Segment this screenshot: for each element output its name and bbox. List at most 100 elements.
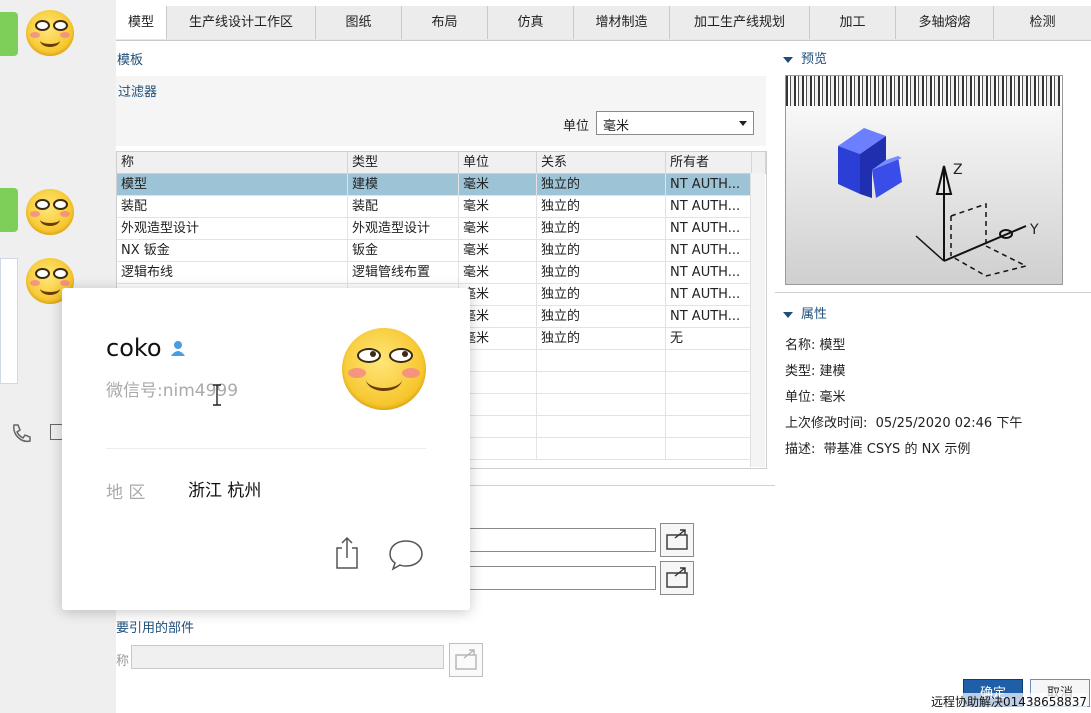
tab-line-design[interactable]: 生产线设计工作区 <box>167 6 316 39</box>
folder-path-input[interactable] <box>466 566 656 590</box>
tab-model[interactable]: 模型 <box>116 6 167 39</box>
cell-owner: NT AUTH... <box>666 196 751 218</box>
properties-section-title[interactable]: 属性 <box>783 303 827 322</box>
preview-section-title[interactable]: 预览 <box>783 48 827 67</box>
column-header-spacer <box>752 152 766 174</box>
properties-title-text: 属性 <box>801 307 828 322</box>
cell-name: 模型 <box>117 174 348 196</box>
table-row[interactable]: 装配 装配 毫米 独立的 NT AUTH... <box>117 196 751 218</box>
cell-relation: 独立的 <box>537 196 666 218</box>
cell-relation: 独立的 <box>537 174 666 196</box>
share-icon[interactable] <box>334 536 360 570</box>
avatar-emoji[interactable] <box>26 189 74 235</box>
column-header-relation[interactable]: 关系 <box>537 152 666 174</box>
tab-inspection[interactable]: 检测 <box>994 6 1091 39</box>
referenced-parts-title: 要引用的部件 <box>116 621 195 636</box>
cell-owner: NT AUTH... <box>666 174 751 196</box>
cell-unit: 毫米 <box>459 196 537 218</box>
divider <box>775 292 1091 293</box>
tab-drawing[interactable]: 图纸 <box>316 6 402 39</box>
tab-line-planning[interactable]: 加工生产线规划 <box>670 6 810 39</box>
chevron-down-icon <box>739 121 747 126</box>
profile-avatar[interactable] <box>342 328 426 410</box>
tab-layout[interactable]: 布局 <box>402 6 488 39</box>
chat-bubble-tail <box>0 12 18 56</box>
cell-type: 逻辑管线布置 <box>348 262 459 284</box>
cell-unit: 毫米 <box>459 218 537 240</box>
cell-type: 钣金 <box>348 240 459 262</box>
cell-relation: 独立的 <box>537 218 666 240</box>
divider <box>106 448 426 449</box>
unit-select[interactable]: 毫米 <box>596 111 754 135</box>
template-preview: Z Y <box>785 75 1063 285</box>
folder-open-icon <box>666 567 688 588</box>
region-value: 浙江 杭州 <box>188 481 262 501</box>
cell-owner: NT AUTH... <box>666 218 751 240</box>
profile-name: coko <box>106 334 162 362</box>
new-file-name-input[interactable] <box>466 528 656 552</box>
table-row[interactable]: NX 钣金 钣金 毫米 独立的 NT AUTH... <box>117 240 751 262</box>
tab-simulation[interactable]: 仿真 <box>488 6 574 39</box>
browse-folder-button-disabled[interactable] <box>449 643 483 677</box>
message-image-thumbnail[interactable] <box>0 258 18 384</box>
model-preview-graphic <box>838 128 1029 277</box>
cell-unit: 毫米 <box>459 306 537 328</box>
cell-relation: 独立的 <box>537 328 666 350</box>
cell-unit: 毫米 <box>459 240 537 262</box>
column-header-type[interactable]: 类型 <box>348 152 459 174</box>
table-row[interactable]: 逻辑布线 逻辑管线布置 毫米 独立的 NT AUTH... <box>117 262 751 284</box>
contact-profile-card: coko 微信号:nim4999 地 区 浙江 杭州 <box>62 288 470 610</box>
cell-name: 装配 <box>117 196 348 218</box>
cell-relation: 独立的 <box>537 262 666 284</box>
referenced-part-name-input[interactable] <box>131 645 444 669</box>
cell-name: 外观造型设计 <box>117 218 348 240</box>
wechat-id-value[interactable]: nim4999 <box>163 381 238 401</box>
watermark-text: 远程协助解决01438658837 <box>931 693 1087 710</box>
table-scrollbar[interactable] <box>750 173 765 467</box>
user-icon <box>171 341 185 356</box>
avatar-emoji[interactable] <box>26 10 74 56</box>
cell-unit: 毫米 <box>459 284 537 306</box>
cell-type: 装配 <box>348 196 459 218</box>
unit-select-value: 毫米 <box>603 119 630 134</box>
unit-label: 单位 <box>563 119 590 134</box>
cell-unit: 毫米 <box>459 174 537 196</box>
text-cursor-icon <box>213 384 221 406</box>
message-icon[interactable] <box>388 538 424 572</box>
cell-owner: NT AUTH... <box>666 284 751 306</box>
column-header-unit[interactable]: 单位 <box>459 152 537 174</box>
phone-icon[interactable] <box>10 422 32 444</box>
tab-multiaxis[interactable]: 多轴熔熔 <box>896 6 994 39</box>
templates-section-title: 模板 <box>117 53 144 68</box>
browse-folder-button[interactable] <box>660 561 694 595</box>
cell-relation: 独立的 <box>537 240 666 262</box>
cell-type: 建模 <box>348 174 459 196</box>
region-label: 地 区 <box>106 483 146 503</box>
table-row[interactable]: 外观造型设计 外观造型设计 毫米 独立的 NT AUTH... <box>117 218 751 240</box>
template-tabbar: 模型 生产线设计工作区 图纸 布局 仿真 增材制造 加工生产线规划 加工 多轴熔… <box>116 6 1091 41</box>
browse-folder-button[interactable] <box>660 523 694 557</box>
axis-y-label: Y <box>1030 222 1039 238</box>
cell-relation: 独立的 <box>537 306 666 328</box>
name-field-label: 称 <box>116 654 130 669</box>
folder-open-icon <box>455 649 477 670</box>
folder-open-icon <box>666 529 688 550</box>
tab-additive[interactable]: 增材制造 <box>574 6 670 39</box>
cell-relation: 独立的 <box>537 284 666 306</box>
cell-type: 外观造型设计 <box>348 218 459 240</box>
cell-owner: NT AUTH... <box>666 262 751 284</box>
chat-bubble-tail <box>0 188 18 232</box>
table-row[interactable]: 模型 建模 毫米 独立的 NT AUTH... <box>117 174 751 196</box>
property-type: 类型: 建模 <box>785 364 846 379</box>
cell-unit: 毫米 <box>459 262 537 284</box>
property-modified: 上次修改时间: 05/25/2020 02:46 下午 <box>785 416 1023 431</box>
property-description: 描述: 带基准 CSYS 的 NX 示例 <box>785 442 971 457</box>
property-name: 名称: 模型 <box>785 338 846 353</box>
axis-z-label: Z <box>953 162 963 178</box>
cell-owner: NT AUTH... <box>666 240 751 262</box>
column-header-owner[interactable]: 所有者 <box>666 152 752 174</box>
wechat-id-label: 微信号: <box>106 381 163 401</box>
filter-section-title[interactable]: 过滤器 <box>118 81 157 100</box>
tab-machining[interactable]: 加工 <box>810 6 896 39</box>
column-header-name[interactable]: 称 <box>117 152 348 174</box>
